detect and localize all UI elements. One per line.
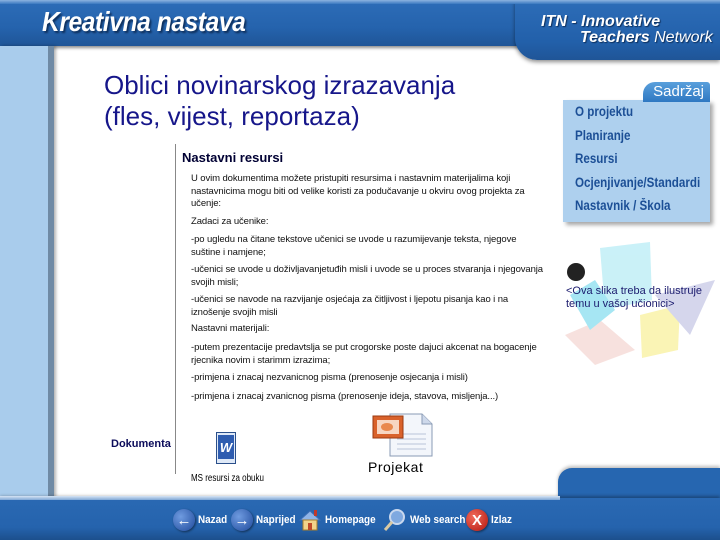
page-title-line2: (fles, vijest, reportaza)	[104, 101, 360, 131]
network-title-teachers: Teachers	[580, 29, 650, 46]
intro-paragraph: U ovim dokumentima možete pristupiti res…	[191, 173, 525, 209]
menu-item-resursi[interactable]: Resursi	[575, 151, 618, 166]
header-highlight	[0, 0, 720, 4]
menu-item-o-projektu[interactable]: O projektu	[575, 104, 633, 119]
materials-heading: Nastavni materijali:	[191, 323, 270, 334]
vertical-divider	[175, 144, 176, 474]
home-icon	[298, 510, 322, 531]
arrow-left-icon: ←	[173, 509, 195, 531]
menu-item-ocjenjivanje[interactable]: Ocjenjivanje/Standardi	[575, 175, 700, 190]
menu-item-nastavnik-skola[interactable]: Nastavnik / Škola	[575, 198, 671, 213]
task-item: -po ugledu na čitane tekstove učenici se…	[191, 234, 517, 258]
word-document-icon[interactable]: W	[216, 432, 236, 464]
material-item: -putem prezentacije predavtslja se put c…	[191, 342, 537, 366]
back-button[interactable]: ← Nazad	[173, 508, 230, 532]
documents-label: Dokumenta	[111, 438, 171, 450]
close-x-icon: X	[466, 509, 488, 531]
material-item: -primjena i znacaj nezvanicnog pisma (pr…	[191, 372, 468, 383]
exit-button[interactable]: X Izlaz	[466, 508, 514, 532]
network-title: ITN - Innovative Teachers Network	[541, 14, 713, 46]
network-title-line1: ITN - Innovative	[541, 13, 661, 30]
exit-label: Izlaz	[491, 514, 512, 526]
task-item: -učenici se uvode u doživljavanjetuđih m…	[191, 264, 543, 288]
page-title: Oblici novinarskog izrazavanja (fles, vi…	[104, 70, 455, 132]
menu-item-planiranje[interactable]: Planiranje	[575, 128, 630, 143]
left-decorative-strip	[0, 46, 54, 498]
powerpoint-document-label[interactable]: Projekat	[368, 459, 423, 475]
web-search-label: Web search	[410, 514, 466, 526]
homepage-label: Homepage	[325, 514, 376, 526]
task-item: -učenici se navode na razvijanje osjećaj…	[191, 294, 509, 318]
app-title: Kreativna nastava	[42, 6, 246, 37]
clipart-book	[565, 320, 635, 365]
material-item: -primjena i znacaj zvanicnog pisma (pren…	[191, 391, 499, 402]
tasks-heading: Zadaci za učenike:	[191, 216, 269, 227]
footer-highlight	[0, 496, 560, 500]
word-document-label[interactable]: MS resursi za obuku	[191, 473, 264, 484]
magnifier-icon	[383, 509, 405, 531]
clipart-head	[567, 263, 585, 281]
arrow-right-icon: →	[231, 509, 253, 531]
svg-text:W: W	[220, 440, 234, 455]
section-heading: Nastavni resursi	[182, 150, 284, 165]
back-label: Nazad	[198, 514, 228, 526]
web-search-button[interactable]: Web search	[383, 508, 472, 532]
network-title-line2: Teachers Network	[541, 30, 713, 46]
clipart-caption: <Ova slika treba da ilustruje temu u vaš…	[566, 285, 703, 310]
forward-button[interactable]: → Naprijed	[231, 508, 300, 532]
homepage-button[interactable]: Homepage	[298, 508, 381, 532]
network-title-network: Network	[649, 29, 713, 46]
forward-label: Naprijed	[256, 514, 296, 526]
powerpoint-document-icon[interactable]	[372, 412, 434, 458]
page-title-line1: Oblici novinarskog izrazavanja	[104, 70, 456, 100]
content-menu-tab: Sadržaj	[643, 82, 710, 102]
